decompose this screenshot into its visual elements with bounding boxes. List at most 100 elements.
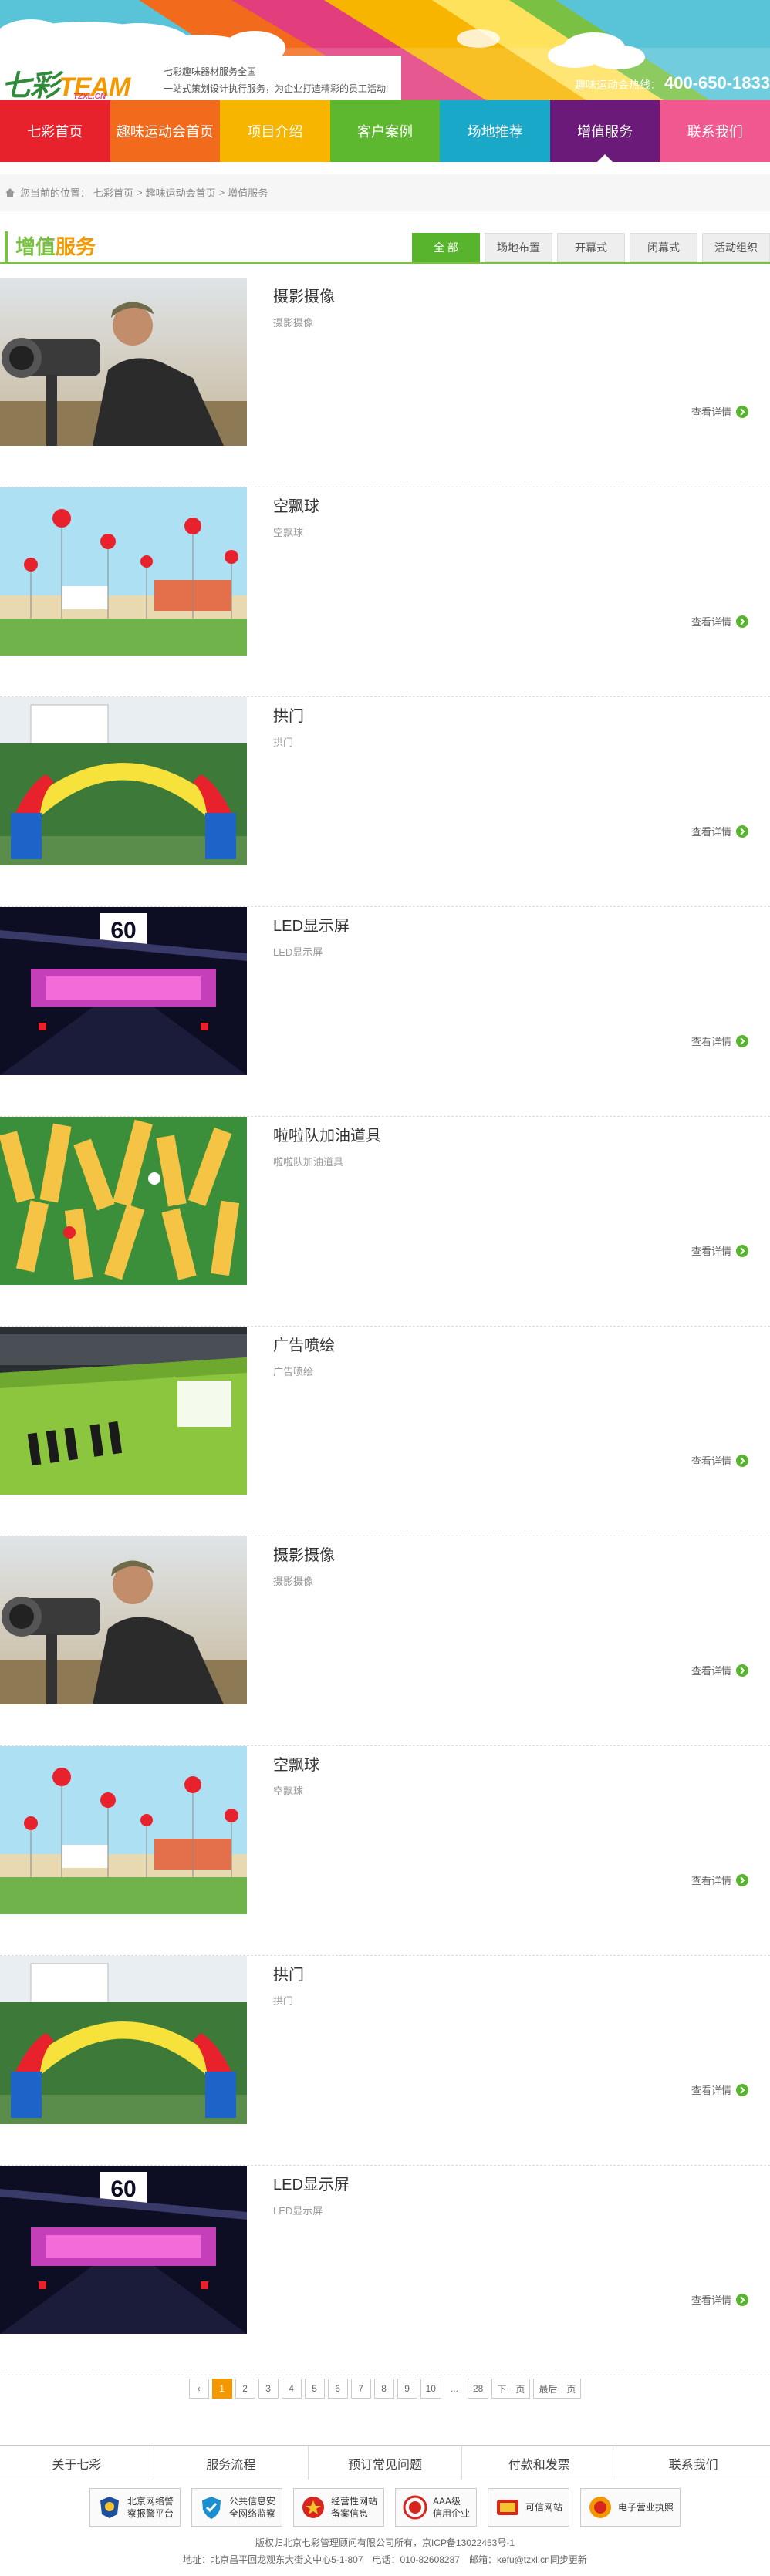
credit-icon bbox=[403, 2495, 427, 2520]
view-details-link[interactable]: 查看详情 bbox=[691, 1243, 748, 1258]
thumbnail-image-photographer[interactable] bbox=[0, 1536, 247, 1704]
item-title[interactable]: 拱门 bbox=[273, 703, 304, 726]
thumbnail-image-photographer[interactable] bbox=[0, 278, 247, 446]
view-details-link[interactable]: 查看详情 bbox=[691, 614, 748, 629]
thumbnail-image-arch[interactable] bbox=[0, 1956, 247, 2124]
badge-police[interactable]: 北京网络警 察报警平台 bbox=[89, 2488, 181, 2527]
hotline-number: 400-650-1833 bbox=[664, 73, 770, 93]
nav-item-projects[interactable]: 项目介绍 bbox=[220, 100, 330, 162]
view-details-link[interactable]: 查看详情 bbox=[691, 1663, 748, 1677]
arrow-right-icon bbox=[736, 1664, 748, 1677]
page-button[interactable]: 10 bbox=[420, 2379, 441, 2399]
nav-item-sports-home[interactable]: 趣味运动会首页 bbox=[110, 100, 221, 162]
view-details-label: 查看详情 bbox=[691, 406, 731, 418]
badge-credit[interactable]: AAA级 信用企业 bbox=[395, 2488, 478, 2527]
item-title[interactable]: 空飘球 bbox=[273, 1752, 319, 1775]
breadcrumb-link-home[interactable]: 七彩首页 bbox=[93, 185, 133, 200]
item-title[interactable]: 摄影摄像 bbox=[273, 1543, 335, 1565]
title-part-a: 增值 bbox=[15, 235, 56, 258]
footer-link-about[interactable]: 关于七彩 bbox=[0, 2446, 154, 2480]
main-nav: 七彩首页 趣味运动会首页 项目介绍 客户案例 场地推荐 增值服务 联系我们 bbox=[0, 100, 770, 162]
page-button[interactable]: 8 bbox=[373, 2379, 394, 2399]
badge-line-1: 公共信息安 bbox=[228, 2496, 275, 2507]
badge-license[interactable]: 电子营业执照 bbox=[580, 2488, 681, 2527]
view-details-link[interactable]: 查看详情 bbox=[691, 1033, 748, 1048]
badge-trusted[interactable]: 可信网站 bbox=[488, 2488, 570, 2527]
badge-line-1: 经营性网站 bbox=[330, 2496, 377, 2507]
page-button[interactable]: 9 bbox=[397, 2379, 417, 2399]
arrow-right-icon bbox=[736, 1034, 748, 1047]
last-page-button[interactable]: 最后一页 bbox=[533, 2379, 582, 2399]
list-item[interactable]: 60 LED显示屏 LED显示屏查看详情 bbox=[0, 907, 770, 1117]
page-button[interactable]: 5 bbox=[304, 2379, 325, 2399]
view-details-link[interactable]: 查看详情 bbox=[691, 1453, 748, 1468]
list-item[interactable]: 摄影摄像 摄影摄像 查看详情 bbox=[0, 1536, 770, 1746]
item-title[interactable]: 空飘球 bbox=[273, 494, 319, 516]
view-details-label: 查看详情 bbox=[691, 2294, 731, 2306]
tab-venue-setup[interactable]: 场地布置 bbox=[485, 233, 552, 262]
list-item[interactable]: ▌▌▌ ▌▌ 广告喷绘 广告喷绘 查看详情 bbox=[0, 1327, 770, 1536]
nav-item-home[interactable]: 七彩首页 bbox=[0, 100, 110, 162]
item-title[interactable]: LED显示屏 bbox=[273, 913, 350, 936]
page-button-last-number[interactable]: 28 bbox=[467, 2379, 489, 2399]
item-description: 空飘球 bbox=[273, 1785, 304, 1797]
list-item[interactable]: 空飘球 空飘球 查看详情 bbox=[0, 487, 770, 697]
tab-all[interactable]: 全 部 bbox=[412, 233, 480, 262]
footer-link-contact[interactable]: 联系我们 bbox=[616, 2446, 770, 2480]
thumbnail-image-print[interactable]: ▌▌▌ ▌▌ bbox=[0, 1327, 247, 1495]
next-page-button[interactable]: 下一页 bbox=[491, 2379, 531, 2399]
view-details-link[interactable]: 查看详情 bbox=[691, 1873, 748, 1887]
item-title[interactable]: 广告喷绘 bbox=[273, 1333, 335, 1355]
thumbnail-image-balloons[interactable] bbox=[0, 487, 247, 656]
page-button[interactable]: 2 bbox=[235, 2379, 255, 2399]
nav-label: 增值服务 bbox=[577, 124, 633, 140]
footer-link-payment[interactable]: 付款和发票 bbox=[462, 2446, 617, 2480]
page-button[interactable]: 3 bbox=[258, 2379, 279, 2399]
view-details-link[interactable]: 查看详情 bbox=[691, 2082, 748, 2097]
breadcrumb-link-sports[interactable]: 趣味运动会首页 bbox=[146, 185, 216, 200]
tab-organization[interactable]: 活动组织 bbox=[702, 233, 770, 262]
footer-link-faq[interactable]: 预订常见问题 bbox=[309, 2446, 463, 2480]
list-item[interactable]: 60 LED显示屏 LED显示屏 查看详情 bbox=[0, 2166, 770, 2375]
page-button-current[interactable]: 1 bbox=[211, 2379, 232, 2399]
prev-page-button[interactable]: ‹ bbox=[188, 2379, 209, 2399]
nav-label: 项目介绍 bbox=[247, 124, 303, 140]
thumbnail-image-led[interactable]: 60 bbox=[0, 907, 247, 1075]
thumbnail-image-arch[interactable] bbox=[0, 697, 247, 865]
badge-security[interactable]: 公共信息安 全网络监察 bbox=[191, 2488, 282, 2527]
item-description: 拱门 bbox=[273, 1995, 294, 2007]
thumbnail-image-led[interactable]: 60 bbox=[0, 2166, 247, 2334]
page-button[interactable]: 7 bbox=[350, 2379, 371, 2399]
view-details-link[interactable]: 查看详情 bbox=[691, 824, 748, 838]
breadcrumb-separator: > bbox=[218, 187, 225, 198]
list-item[interactable]: 拱门 拱门 查看详情 bbox=[0, 1956, 770, 2166]
pagination: ‹ 1 2 3 4 5 6 7 8 9 10 ... 28 下一页 最后一页 bbox=[0, 2379, 770, 2399]
list-item[interactable]: 拱门 拱门 查看详情 bbox=[0, 697, 770, 907]
item-title[interactable]: 啦啦队加油道具 bbox=[273, 1123, 381, 1145]
nav-item-value-added[interactable]: 增值服务 bbox=[549, 100, 660, 162]
page-button[interactable]: 6 bbox=[327, 2379, 348, 2399]
list-item[interactable]: 摄影摄像 摄影摄像 查看详情 bbox=[0, 278, 770, 487]
nav-item-cases[interactable]: 客户案例 bbox=[329, 100, 441, 162]
site-logo[interactable]: 七彩TEAM bbox=[2, 62, 130, 100]
view-details-link[interactable]: 查看详情 bbox=[691, 2292, 748, 2307]
badge-line-2: 备案信息 bbox=[330, 2508, 368, 2519]
nav-item-contact[interactable]: 联系我们 bbox=[660, 100, 770, 162]
view-details-link[interactable]: 查看详情 bbox=[691, 404, 748, 419]
tab-closing[interactable]: 闭幕式 bbox=[630, 233, 697, 262]
badge-icp[interactable]: 经营性网站 备案信息 bbox=[292, 2488, 384, 2527]
trust-icon bbox=[497, 2500, 519, 2515]
item-title[interactable]: LED显示屏 bbox=[273, 2172, 350, 2194]
tab-opening[interactable]: 开幕式 bbox=[557, 233, 625, 262]
thumbnail-image-cheer[interactable] bbox=[0, 1117, 247, 1285]
item-title[interactable]: 摄影摄像 bbox=[273, 284, 335, 306]
item-title[interactable]: 拱门 bbox=[273, 1962, 304, 1984]
arrow-right-icon bbox=[736, 1454, 748, 1467]
footer-link-process[interactable]: 服务流程 bbox=[154, 2446, 309, 2480]
item-description: LED显示屏 bbox=[273, 946, 323, 958]
page-button[interactable]: 4 bbox=[281, 2379, 302, 2399]
list-item[interactable]: 空飘球 空飘球 查看详情 bbox=[0, 1746, 770, 1956]
nav-item-venues[interactable]: 场地推荐 bbox=[440, 100, 550, 162]
thumbnail-image-balloons[interactable] bbox=[0, 1746, 247, 1914]
list-item[interactable]: 啦啦队加油道具 啦啦队加油道具 查看详情 bbox=[0, 1117, 770, 1327]
